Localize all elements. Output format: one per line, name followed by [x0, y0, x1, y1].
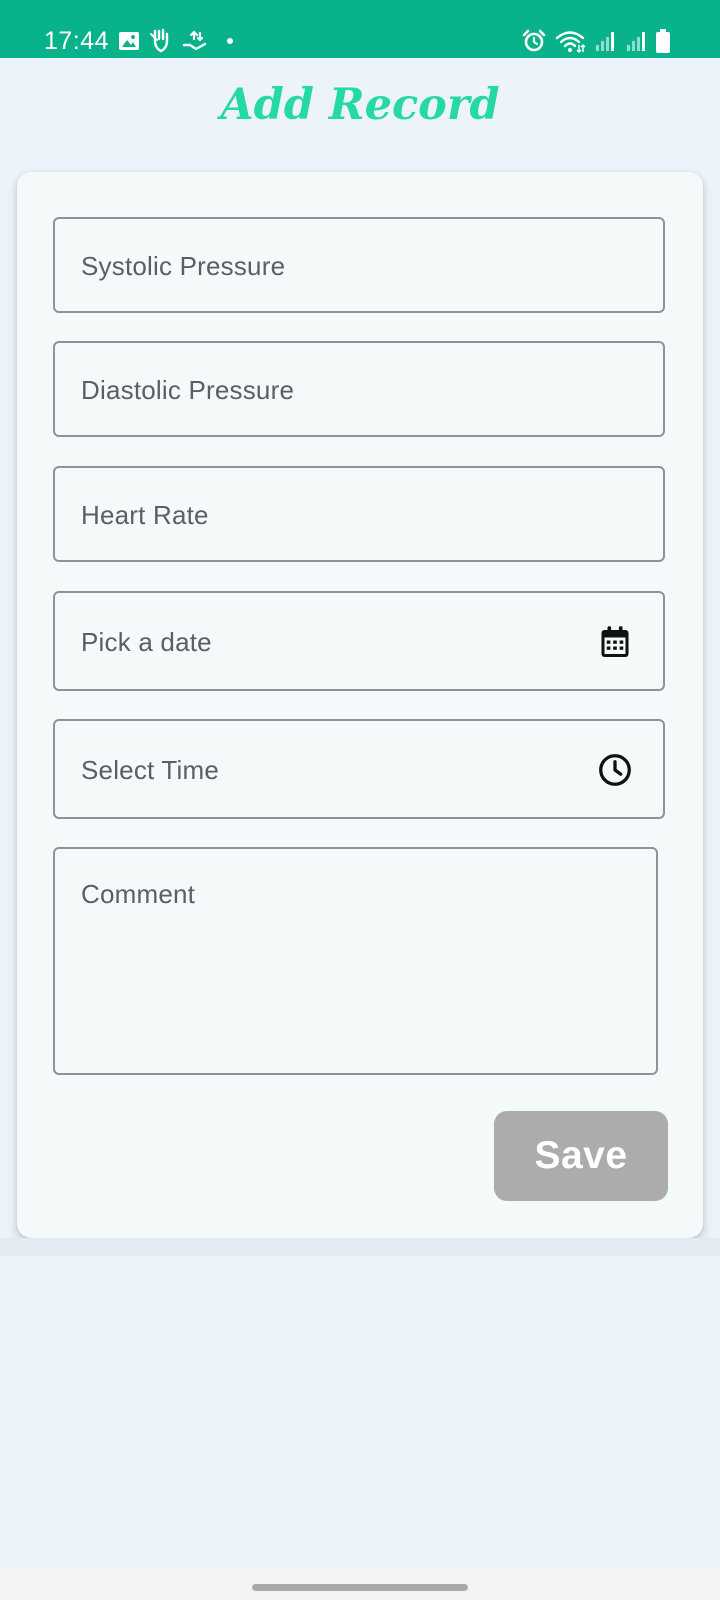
date-placeholder: Pick a date	[81, 627, 212, 657]
signal-icon	[627, 32, 645, 51]
diastolic-pressure-placeholder: Diastolic Pressure	[81, 375, 295, 405]
home-indicator[interactable]	[252, 1584, 468, 1591]
hand-shield-icon	[150, 28, 169, 53]
comment-textarea[interactable]: Comment	[53, 847, 658, 1075]
record-form-card: Systolic Pressure Diastolic Pressure Hea…	[17, 172, 703, 1238]
calendar-icon[interactable]	[597, 624, 633, 660]
time-placeholder: Select Time	[81, 755, 220, 785]
battery-icon	[656, 29, 670, 53]
systolic-pressure-placeholder: Systolic Pressure	[81, 251, 286, 281]
diastolic-pressure-input[interactable]: Diastolic Pressure	[53, 341, 665, 437]
time-picker-field[interactable]: Select Time	[53, 719, 665, 819]
status-time: 17:44	[44, 27, 110, 55]
systolic-pressure-input[interactable]: Systolic Pressure	[53, 217, 665, 313]
notification-dot	[227, 38, 233, 44]
card-underlay	[0, 1238, 720, 1256]
signal-icon	[596, 32, 614, 51]
page-title: Add Record	[220, 80, 500, 130]
heart-rate-placeholder: Heart Rate	[81, 500, 209, 530]
save-button[interactable]: Save	[494, 1111, 668, 1201]
clock-icon[interactable]	[597, 752, 633, 788]
notification-icons	[118, 27, 233, 55]
heart-rate-input[interactable]: Heart Rate	[53, 466, 665, 562]
comment-placeholder: Comment	[81, 879, 196, 909]
status-bar: 17:44	[0, 0, 720, 58]
wifi-icon	[555, 31, 585, 53]
alarm-icon	[522, 29, 546, 52]
system-icons	[522, 26, 670, 56]
hand-share-icon	[182, 30, 207, 51]
gallery-icon	[119, 32, 139, 50]
date-picker-field[interactable]: Pick a date	[53, 591, 665, 691]
